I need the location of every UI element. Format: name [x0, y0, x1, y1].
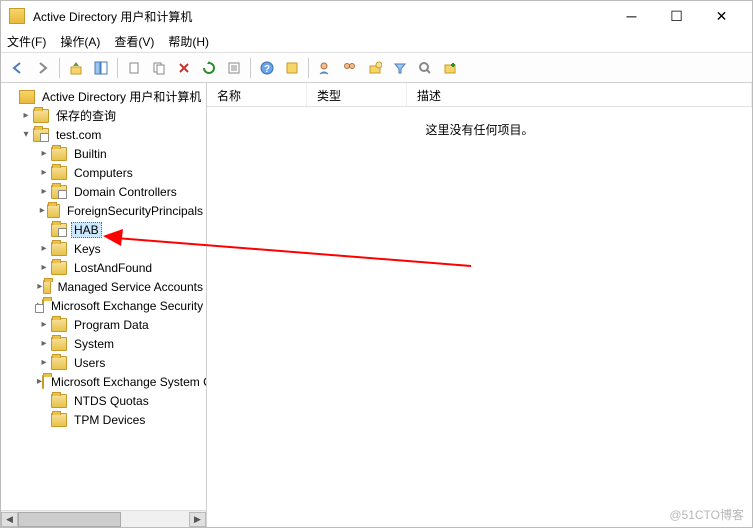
copy-button[interactable]	[148, 57, 170, 79]
empty-message: 这里没有任何项目。	[207, 121, 752, 138]
app-icon	[9, 8, 25, 24]
back-button[interactable]	[7, 57, 29, 79]
close-button[interactable]: ✕	[699, 2, 744, 30]
tree-hab[interactable]: ▸HAB	[1, 220, 206, 239]
menu-help[interactable]: 帮助(H)	[168, 33, 209, 50]
window-title: Active Directory 用户和计算机	[33, 8, 609, 25]
folder-icon	[42, 375, 44, 389]
folder-icon	[33, 109, 49, 123]
new-user-button[interactable]	[314, 57, 336, 79]
tree-label: ForeignSecurityPrincipals	[64, 203, 206, 219]
tree-label: Users	[71, 355, 108, 371]
tree-tpm[interactable]: ▸TPM Devices	[1, 410, 206, 429]
tree-label: NTDS Quotas	[71, 393, 152, 409]
tree-label: Microsoft Exchange Security Groups	[48, 298, 207, 314]
list-panel: 名称 类型 描述 这里没有任何项目。	[207, 83, 752, 527]
tree-label: Builtin	[71, 146, 110, 162]
watermark: @51CTO博客	[669, 506, 744, 523]
tree-ntds[interactable]: ▸NTDS Quotas	[1, 391, 206, 410]
folder-icon	[51, 147, 67, 161]
tree-computers[interactable]: ▸Computers	[1, 163, 206, 182]
tree-label-selected: HAB	[71, 222, 102, 238]
delete-button[interactable]	[173, 57, 195, 79]
tree-label: Computers	[71, 165, 136, 181]
minimize-button[interactable]: ─	[609, 2, 654, 30]
menu-action[interactable]: 操作(A)	[60, 33, 100, 50]
properties-button[interactable]	[281, 57, 303, 79]
folder-icon	[47, 204, 59, 218]
folder-icon	[51, 356, 67, 370]
tree-label: Microsoft Exchange System Objects	[48, 374, 207, 390]
ou-icon	[42, 299, 44, 313]
tree-hscrollbar[interactable]: ◀ ▶	[1, 510, 206, 527]
filter-button[interactable]	[389, 57, 411, 79]
title-bar: Active Directory 用户和计算机 ─ ☐ ✕	[1, 1, 752, 31]
scroll-left-button[interactable]: ◀	[1, 512, 18, 527]
new-group-button[interactable]	[339, 57, 361, 79]
folder-icon	[51, 337, 67, 351]
tree-label: System	[71, 336, 117, 352]
tree-label: Keys	[71, 241, 104, 257]
tree-keys[interactable]: ▸Keys	[1, 239, 206, 258]
cut-button[interactable]	[123, 57, 145, 79]
tree-label: Active Directory 用户和计算机	[39, 87, 204, 106]
tree-domain[interactable]: ▾test.com	[1, 125, 206, 144]
tree-label: TPM Devices	[71, 412, 148, 428]
tree-label: Program Data	[71, 317, 152, 333]
list-header: 名称 类型 描述	[207, 83, 752, 107]
tree-mex-security[interactable]: ▸Microsoft Exchange Security Groups	[1, 296, 206, 315]
maximize-button[interactable]: ☐	[654, 2, 699, 30]
tree-builtin[interactable]: ▸Builtin	[1, 144, 206, 163]
tree-panel: ▸Active Directory 用户和计算机 ▸保存的查询 ▾test.co…	[1, 83, 207, 527]
scroll-track[interactable]	[18, 512, 189, 527]
folder-icon	[51, 261, 67, 275]
col-desc[interactable]: 描述	[407, 83, 752, 106]
svg-text:?: ?	[264, 64, 270, 75]
tree-program-data[interactable]: ▸Program Data	[1, 315, 206, 334]
tree-lostandfound[interactable]: ▸LostAndFound	[1, 258, 206, 277]
new-ou-button[interactable]	[364, 57, 386, 79]
add-button[interactable]	[439, 57, 461, 79]
col-name[interactable]: 名称	[207, 83, 307, 106]
tree-msa[interactable]: ▸Managed Service Accounts	[1, 277, 206, 296]
folder-icon	[51, 318, 67, 332]
folder-icon	[51, 394, 67, 408]
ou-icon	[51, 185, 67, 199]
refresh-button[interactable]	[198, 57, 220, 79]
tree-label: test.com	[53, 127, 104, 143]
folder-icon	[51, 242, 67, 256]
menu-file[interactable]: 文件(F)	[7, 33, 46, 50]
tree-mex-system[interactable]: ▸Microsoft Exchange System Objects	[1, 372, 206, 391]
tree-users[interactable]: ▸Users	[1, 353, 206, 372]
tree-domain-controllers[interactable]: ▸Domain Controllers	[1, 182, 206, 201]
scroll-thumb[interactable]	[18, 512, 121, 527]
folder-icon	[43, 280, 51, 294]
app-icon	[19, 90, 35, 104]
tree-label: Domain Controllers	[71, 184, 180, 200]
show-hide-button[interactable]	[90, 57, 112, 79]
folder-icon	[51, 413, 67, 427]
col-type[interactable]: 类型	[307, 83, 407, 106]
ou-icon	[51, 223, 67, 237]
menu-bar: 文件(F) 操作(A) 查看(V) 帮助(H)	[1, 31, 752, 53]
tree-label: LostAndFound	[71, 260, 155, 276]
tree-system[interactable]: ▸System	[1, 334, 206, 353]
menu-view[interactable]: 查看(V)	[114, 33, 154, 50]
tree-saved-queries[interactable]: ▸保存的查询	[1, 106, 206, 125]
tree-label: Managed Service Accounts	[55, 279, 206, 295]
find-button[interactable]	[414, 57, 436, 79]
toolbar: ?	[1, 53, 752, 83]
domain-icon	[33, 128, 49, 142]
tree-root[interactable]: ▸Active Directory 用户和计算机	[1, 87, 206, 106]
tree-label: 保存的查询	[53, 106, 119, 125]
tree-fsp[interactable]: ▸ForeignSecurityPrincipals	[1, 201, 206, 220]
help-button[interactable]: ?	[256, 57, 278, 79]
up-button[interactable]	[65, 57, 87, 79]
folder-icon	[51, 166, 67, 180]
forward-button[interactable]	[32, 57, 54, 79]
scroll-right-button[interactable]: ▶	[189, 512, 206, 527]
export-button[interactable]	[223, 57, 245, 79]
